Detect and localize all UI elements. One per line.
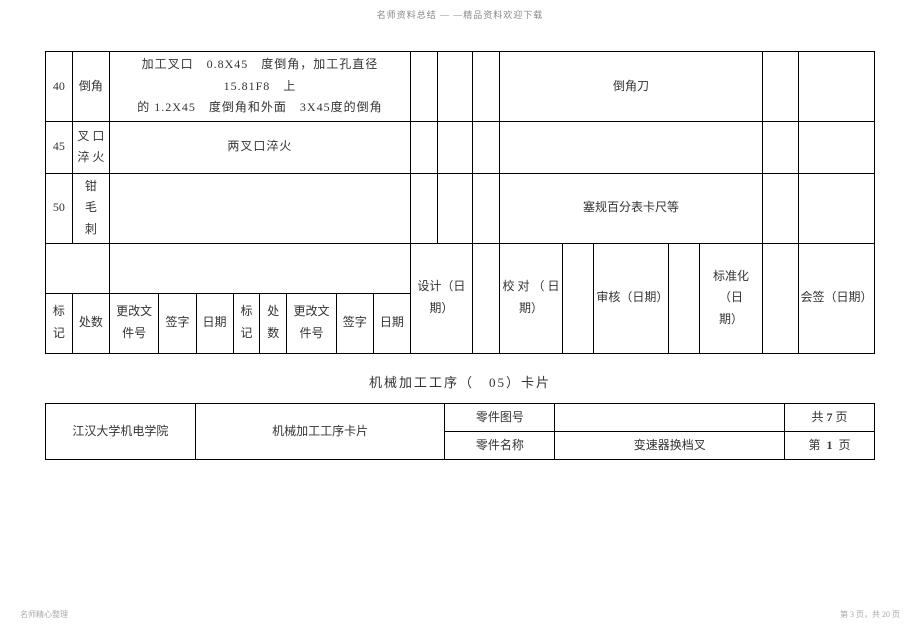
empty-cell: [798, 121, 874, 173]
table-row: 45 叉 口 淬 火 两叉口淬火: [46, 121, 875, 173]
table-row: 江汉大学机电学院 机械加工工序卡片 零件图号 共 7 页: [46, 403, 875, 431]
date-header: 日期: [196, 293, 233, 353]
footer-left-text: 名师精心整理: [20, 609, 68, 620]
empty-cell: [798, 173, 874, 243]
part-drawing-value: [555, 403, 785, 431]
step-desc: 两叉口淬火: [109, 121, 410, 173]
page-header-text: 名师资料总结 — —精品资料欢迎下载: [0, 0, 920, 21]
name-line: 叉 口: [77, 129, 104, 143]
step-name: 钳 毛 刺: [72, 173, 109, 243]
step-num: 45: [46, 121, 73, 173]
page-num: 1: [827, 438, 833, 452]
desc-line: 的 1.2X45 度倒角和外面 3X45度的倒角: [137, 100, 382, 114]
empty-cell: [410, 52, 437, 122]
empty-cell: [437, 52, 472, 122]
name-line: 刺: [85, 222, 97, 236]
page-pre: 第: [809, 438, 821, 452]
tool-cell: 倒角刀: [499, 52, 763, 122]
section-title: 机械加工工序（ 05）卡片: [45, 372, 875, 391]
empty-cell: [763, 52, 798, 122]
total-suf: 页: [836, 410, 848, 424]
page-suf: 页: [839, 438, 851, 452]
std-value: [763, 243, 798, 353]
std-line: 标准化（日: [713, 269, 749, 305]
tool-cell: 塞规百分表卡尺等: [499, 173, 763, 243]
institute-cell: 江汉大学机电学院: [46, 403, 196, 459]
table-row: 50 钳 毛 刺 塞规百分表卡尺等: [46, 173, 875, 243]
date2-header: 日期: [373, 293, 410, 353]
change-doc-header: 更改文件号: [109, 293, 158, 353]
std-label: 标准化（日 期）: [699, 243, 763, 353]
card-title-cell: 机械加工工序卡片: [195, 403, 445, 459]
design-label: 设计（日期）: [410, 243, 472, 353]
part-name-label: 零件名称: [445, 431, 555, 459]
count-header: 处数: [72, 293, 109, 353]
empty-cell: [46, 243, 110, 293]
empty-cell: [763, 121, 798, 173]
empty-cell: [410, 173, 437, 243]
total-num: 7: [827, 410, 833, 424]
name-line: 钳 毛: [85, 179, 109, 215]
proof-line: 校 对 （ 日: [503, 279, 560, 293]
part-name-value: 变速器换档叉: [555, 431, 785, 459]
check-value: [668, 243, 699, 353]
process-table: 40 倒角 加工叉口 0.8X45 度倒角，加工孔直径 15.81F8 上 的 …: [45, 51, 875, 354]
table-row: 40 倒角 加工叉口 0.8X45 度倒角，加工孔直径 15.81F8 上 的 …: [46, 52, 875, 122]
empty-cell: [109, 243, 410, 293]
empty-cell: [472, 173, 499, 243]
empty-cell: [410, 121, 437, 173]
footer-right-text: 第 3 页，共 20 页: [840, 609, 900, 620]
part-drawing-label: 零件图号: [445, 403, 555, 431]
count2-header: 处数: [260, 293, 287, 353]
proof-line: 期）: [519, 301, 543, 315]
proof-value: [563, 243, 594, 353]
step-name: 倒角: [72, 52, 109, 122]
signature-header: 签字: [159, 293, 196, 353]
step-num: 50: [46, 173, 73, 243]
mark-header: 标记: [46, 293, 73, 353]
std-line: 期）: [719, 312, 743, 326]
step-name: 叉 口 淬 火: [72, 121, 109, 173]
step-desc: [109, 173, 410, 243]
empty-cell: [437, 173, 472, 243]
empty-cell: [437, 121, 472, 173]
empty-cell: [499, 121, 763, 173]
proof-label: 校 对 （ 日 期）: [499, 243, 563, 353]
empty-cell: [798, 52, 874, 122]
change-doc2-header: 更改文件号: [287, 293, 336, 353]
total-pages: 共 7 页: [785, 403, 875, 431]
design-value: [472, 243, 499, 353]
step-num: 40: [46, 52, 73, 122]
empty-cell: [472, 52, 499, 122]
empty-cell: [472, 121, 499, 173]
approval-row: 设计（日期） 校 对 （ 日 期） 审核（日期） 标准化（日 期） 会签（日期）: [46, 243, 875, 293]
main-content: 40 倒角 加工叉口 0.8X45 度倒角，加工孔直径 15.81F8 上 的 …: [0, 21, 920, 470]
total-pre: 共: [812, 410, 824, 424]
step-desc: 加工叉口 0.8X45 度倒角，加工孔直径 15.81F8 上 的 1.2X45…: [109, 52, 410, 122]
signature2-header: 签字: [336, 293, 373, 353]
check-label: 审核（日期）: [594, 243, 668, 353]
mark2-header: 标记: [233, 293, 260, 353]
sign-label: 会签（日期）: [798, 243, 874, 353]
card-header-table: 江汉大学机电学院 机械加工工序卡片 零件图号 共 7 页 零件名称 变速器换档叉…: [45, 403, 875, 460]
empty-cell: [763, 173, 798, 243]
name-line: 淬 火: [77, 150, 104, 164]
current-page: 第 1 页: [785, 431, 875, 459]
desc-line: 加工叉口 0.8X45 度倒角，加工孔直径 15.81F8 上: [142, 57, 392, 93]
